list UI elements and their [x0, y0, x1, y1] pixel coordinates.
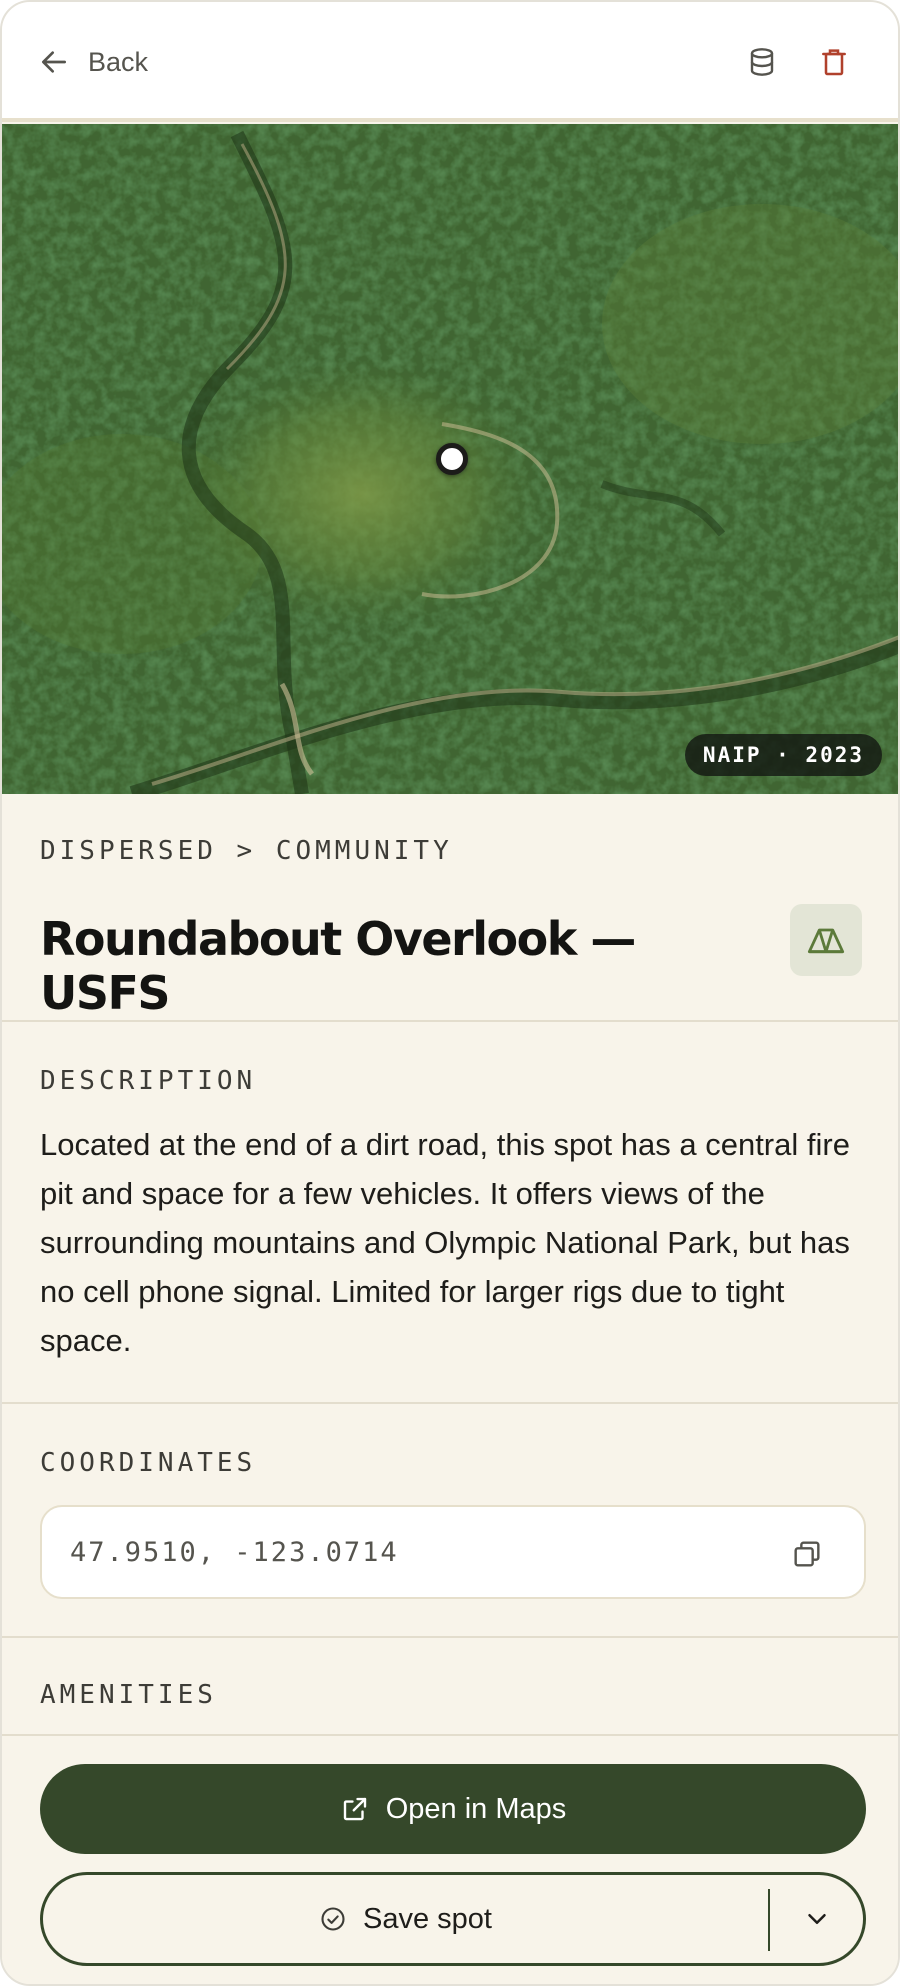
coordinates-field[interactable]: 47.9510, -123.0714: [40, 1505, 866, 1599]
copy-icon: [794, 1541, 820, 1567]
save-spot-label: Save spot: [363, 1902, 492, 1935]
trash-icon: [822, 49, 846, 76]
app-frame: Back NAIP · 2023 DISPERSED > COMMUNITY R…: [0, 0, 900, 1986]
delete-button[interactable]: [814, 42, 854, 82]
amenities-label: AMENITIES: [40, 1680, 217, 1710]
spot-title: Roundabout Overlook — USFS: [40, 912, 636, 1020]
amenities-section: AMENITIES: [2, 1638, 898, 1734]
back-label: Back: [88, 46, 149, 77]
save-options-button[interactable]: [770, 1875, 863, 1963]
category-breadcrumb: DISPERSED > COMMUNITY: [40, 836, 453, 866]
check-circle-icon: [321, 1907, 345, 1931]
tent-icon: [807, 928, 845, 954]
title-section: DISPERSED > COMMUNITY Roundabout Overloo…: [2, 794, 898, 1022]
chevron-down-icon: [807, 1914, 826, 1924]
external-link-icon: [343, 1797, 366, 1821]
database-icon: [750, 48, 774, 76]
arrow-left-icon: [42, 51, 66, 73]
description-text: Located at the end of a dirt road, this …: [40, 1127, 850, 1358]
copy-coordinates-button[interactable]: [790, 1537, 824, 1571]
spot-type-chip: [790, 904, 862, 976]
save-spot-button[interactable]: Save spot: [43, 1875, 768, 1963]
open-in-maps-button[interactable]: Open in Maps: [40, 1764, 866, 1854]
description-label: DESCRIPTION: [40, 1066, 257, 1096]
location-pin: [436, 443, 468, 475]
coordinates-value: 47.9510, -123.0714: [70, 1537, 399, 1568]
database-button[interactable]: [742, 42, 782, 82]
save-split-button: Save spot: [40, 1872, 866, 1966]
coordinates-label: COORDINATES: [40, 1448, 257, 1478]
action-bar: Open in Maps Save spot: [2, 1734, 898, 1984]
satellite-image: [2, 124, 898, 794]
top-bar: Back: [2, 2, 898, 122]
open-in-maps-label: Open in Maps: [385, 1792, 567, 1825]
imagery-badge: NAIP · 2023: [684, 734, 882, 776]
back-button[interactable]: Back: [38, 40, 148, 84]
